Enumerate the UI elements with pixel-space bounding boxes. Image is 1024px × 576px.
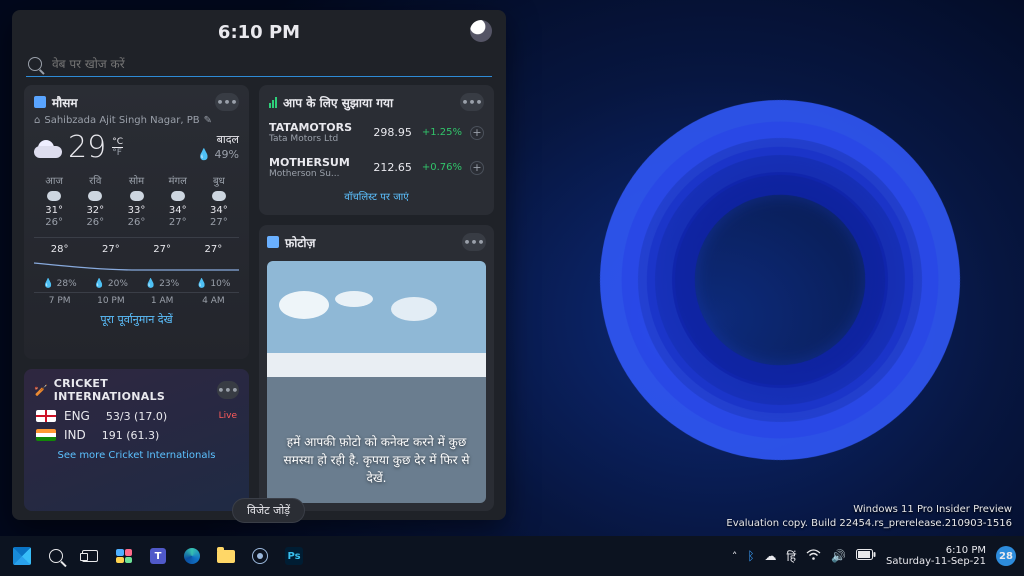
forecast-day[interactable]: सोम33°26° (116, 173, 156, 229)
live-badge: Live (219, 411, 237, 421)
widgets-icon (116, 549, 132, 563)
forecast-link[interactable]: पूरा पूर्वानुमान देखें (34, 312, 239, 327)
add-stock-button[interactable]: + (470, 126, 484, 140)
forecast-day[interactable]: बुध34°27° (199, 173, 239, 229)
search-icon (28, 57, 42, 71)
weather-condition-icon (171, 191, 185, 201)
notification-badge[interactable]: 28 (996, 546, 1016, 566)
start-button[interactable] (10, 544, 34, 568)
show-hidden-icons-button[interactable]: ˄ (732, 550, 738, 563)
panel-time: 6:10 PM (218, 22, 300, 43)
suggestions-more-button[interactable]: ••• (460, 93, 484, 111)
bluetooth-icon[interactable]: ᛒ (747, 549, 754, 563)
stocks-icon (269, 97, 277, 108)
edge-icon (184, 548, 200, 564)
system-tray: ˄ ᛒ ☁ हिं 🔊 6:10 PM Saturday-11-Sep-21 2… (732, 545, 1016, 568)
weather-location[interactable]: ⌂ Sahibzada Ajit Singh Nagar, PB ✎ (34, 115, 239, 126)
team-row: ENG53/3 (17.0) Live (36, 409, 237, 423)
current-condition: बादल 💧 49% (197, 133, 239, 162)
forecast-day[interactable]: आज31°26° (34, 173, 74, 229)
search-input[interactable] (50, 56, 490, 72)
add-stock-button[interactable]: + (470, 161, 484, 175)
language-indicator[interactable]: हिं (787, 548, 796, 565)
weather-title: मौसम (52, 94, 78, 111)
flag-icon (36, 429, 56, 441)
current-temp: 29 (68, 130, 106, 165)
weather-condition-icon (88, 191, 102, 201)
suggestions-card[interactable]: आप के लिए सुझाया गया ••• TATAMOTORSTata … (259, 85, 494, 215)
photoshop-icon: Ps (285, 547, 303, 565)
watchlist-link[interactable]: वॉचलिस्ट पर जाएं (269, 189, 484, 203)
edge-button[interactable] (180, 544, 204, 568)
task-view-icon (82, 550, 98, 562)
battery-icon[interactable] (856, 549, 876, 563)
photos-more-button[interactable]: ••• (462, 233, 486, 251)
widgets-panel: 6:10 PM मौसम ••• ⌂ Sahibzada Ajit Singh … (12, 10, 506, 520)
wifi-icon[interactable] (806, 549, 821, 564)
flag-icon (36, 410, 56, 422)
cricket-more-button[interactable]: ••• (217, 381, 239, 399)
weather-app-icon (34, 96, 46, 108)
stock-row[interactable]: MOTHERSUMMotherson Su... 212.65 +0.76% + (269, 150, 484, 185)
suggestions-title: आप के लिए सुझाया गया (283, 94, 393, 111)
cricket-title: CRICKET INTERNATIONALS (54, 377, 211, 403)
add-widget-button[interactable]: विजेट जोड़ें (232, 498, 305, 523)
photos-card[interactable]: फ़ोटोज़ ••• हमें आपकी फ़ोटो को कनेक्ट कर… (259, 225, 494, 511)
weather-card[interactable]: मौसम ••• ⌂ Sahibzada Ajit Singh Nagar, P… (24, 85, 249, 359)
task-view-button[interactable] (78, 544, 102, 568)
onedrive-icon[interactable]: ☁ (765, 549, 777, 563)
volume-icon[interactable]: 🔊 (831, 549, 846, 563)
forecast-day[interactable]: रवि32°26° (75, 173, 115, 229)
photos-app-icon (267, 236, 279, 248)
weather-more-button[interactable]: ••• (215, 93, 239, 111)
file-explorer-button[interactable] (214, 544, 238, 568)
photos-error-message: हमें आपकी फ़ोटो को कनेक्ट करने में कुछ स… (281, 433, 472, 487)
folder-icon (217, 550, 235, 563)
cloud-icon (34, 138, 64, 158)
settings-button[interactable] (248, 544, 272, 568)
weather-condition-icon (130, 191, 144, 201)
cricket-icon: 🏏 (34, 384, 48, 397)
weather-condition-icon (47, 191, 61, 201)
teams-icon (150, 548, 166, 564)
search-icon (49, 549, 63, 563)
taskbar-clock[interactable]: 6:10 PM Saturday-11-Sep-21 (886, 545, 986, 568)
widgets-button[interactable] (112, 544, 136, 568)
taskbar: Ps ˄ ᛒ ☁ हिं 🔊 6:10 PM Saturday-11-Sep-2… (0, 536, 1024, 576)
edit-pencil-icon[interactable]: ✎ (204, 115, 212, 126)
location-pin-icon: ⌂ (34, 115, 40, 126)
photoshop-button[interactable]: Ps (282, 544, 306, 568)
insider-watermark: Windows 11 Pro Insider Preview Evaluatio… (726, 503, 1012, 530)
search-bar[interactable] (26, 52, 492, 77)
cricket-more-link[interactable]: See more Cricket Internationals (34, 450, 239, 461)
weather-condition-icon (212, 191, 226, 201)
user-avatar[interactable] (470, 20, 492, 42)
cricket-card[interactable]: 🏏 CRICKET INTERNATIONALS ••• ENG53/3 (17… (24, 369, 249, 511)
forecast-day[interactable]: मंगल34°27° (158, 173, 198, 229)
team-row: IND191 (61.3) (36, 428, 237, 442)
gear-icon (252, 548, 268, 564)
teams-chat-button[interactable] (146, 544, 170, 568)
stock-row[interactable]: TATAMOTORSTata Motors Ltd 298.95 +1.25% … (269, 115, 484, 150)
taskbar-search-button[interactable] (44, 544, 68, 568)
temp-units[interactable]: °C°F (112, 137, 123, 159)
photos-title: फ़ोटोज़ (285, 234, 315, 251)
photos-placeholder-image: हमें आपकी फ़ोटो को कनेक्ट करने में कुछ स… (267, 261, 486, 503)
